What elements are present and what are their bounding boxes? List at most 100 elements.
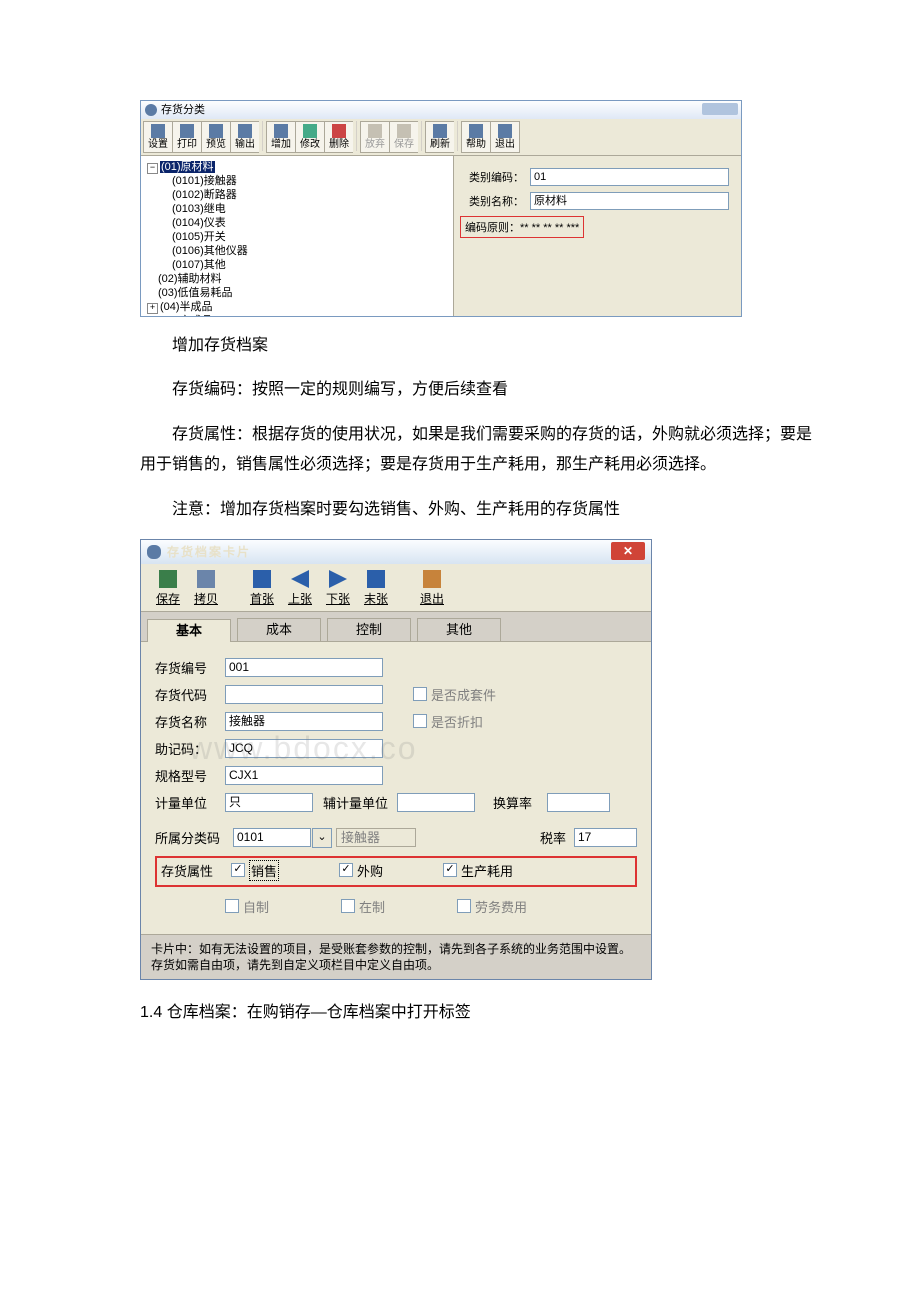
window-title: 存货分类 — [161, 101, 205, 119]
tree-node[interactable]: (04)半成品 — [160, 301, 213, 313]
tb-copy[interactable]: 拷贝 — [187, 570, 225, 607]
attribute-highlight: 存货属性 ✓销售 ✓外购 ✓生产耗用 — [155, 856, 637, 887]
kit-checkbox[interactable]: 是否成套件 — [413, 685, 496, 704]
field-label: 所属分类码 — [155, 828, 229, 847]
tb-save: 保存 — [389, 121, 418, 153]
tab-basic[interactable]: 基本 — [147, 619, 231, 642]
window-title: 存货档案卡片 — [167, 543, 251, 560]
field-label: 存货名称 — [155, 712, 221, 731]
tb-save[interactable]: 保存 — [149, 570, 187, 607]
spec-input[interactable]: CJX1 — [225, 766, 383, 785]
next-icon — [329, 570, 347, 588]
category-detail-pane: 类别编码： 01 类别名称： 原材料 编码原则：** ** ** ** *** — [454, 156, 741, 316]
tb-setup[interactable]: 设置 — [143, 121, 172, 153]
tb-first[interactable]: 首张 — [243, 570, 281, 607]
tb-prev[interactable]: 上张 — [281, 570, 319, 607]
tree-expand-icon[interactable]: + — [147, 303, 158, 314]
tb-edit[interactable]: 修改 — [295, 121, 324, 153]
doc-paragraph: 增加存货档案 — [140, 331, 820, 361]
tb-preview[interactable]: 预览 — [201, 121, 230, 153]
tree-node[interactable]: (05)产成品 — [160, 315, 213, 316]
tree-node[interactable]: (0106)其他仪器 — [172, 245, 248, 257]
sale-checkbox[interactable]: ✓销售 — [231, 860, 279, 881]
encoding-rule-highlight: 编码原则：** ** ** ** *** — [460, 216, 584, 238]
labor-checkbox[interactable]: 劳务费用 — [457, 897, 527, 916]
tb-exit[interactable]: 退出 — [413, 570, 451, 607]
app-icon — [145, 104, 157, 116]
last-icon — [367, 570, 385, 588]
window-sys-buttons[interactable] — [702, 103, 738, 115]
category-code-input[interactable]: 01 — [530, 168, 729, 186]
inventory-code-input[interactable] — [225, 685, 383, 704]
production-use-checkbox[interactable]: ✓生产耗用 — [443, 861, 513, 880]
tb-export[interactable]: 输出 — [230, 121, 259, 153]
field-label: 助记码： — [155, 739, 221, 758]
tree-collapse-icon[interactable]: − — [147, 163, 158, 174]
class-code-input[interactable]: 0101 — [233, 828, 311, 847]
tab-control[interactable]: 控制 — [327, 618, 411, 641]
exit-icon — [423, 570, 441, 588]
doc-paragraph: 存货属性：根据存货的使用状况，如果是我们需要采购的存货的话，外购就必须选择；要是… — [140, 420, 820, 481]
tb-abandon: 放弃 — [360, 121, 389, 153]
field-label: 辅计量单位 — [323, 793, 393, 812]
save-icon — [159, 570, 177, 588]
tb-add[interactable]: 增加 — [266, 121, 295, 153]
field-label: 换算率 — [493, 793, 543, 812]
tree-node[interactable]: (0107)其他 — [172, 259, 226, 271]
tb-delete[interactable]: 删除 — [324, 121, 353, 153]
tb-print[interactable]: 打印 — [172, 121, 201, 153]
form-hint: 卡片中：如有无法设置的项目，是受账套参数的控制，请先到各子系统的业务范围中设置。… — [141, 934, 651, 979]
tree-node[interactable]: (03)低值易耗品 — [158, 287, 233, 299]
tree-node[interactable]: (0103)继电 — [172, 203, 226, 215]
tb-last[interactable]: 末张 — [357, 570, 395, 607]
tree-node[interactable]: (0104)仪表 — [172, 217, 226, 229]
field-label: 类别编码： — [460, 169, 524, 185]
doc-paragraph: 注意：增加存货档案时要勾选销售、外购、生产耗用的存货属性 — [140, 495, 820, 525]
inventory-name-input[interactable]: 接触器 — [225, 712, 383, 731]
category-name-input[interactable]: 原材料 — [530, 192, 729, 210]
tb-help[interactable]: 帮助 — [461, 121, 490, 153]
doc-paragraph: 存货编码：按照一定的规则编写，方便后续查看 — [140, 375, 820, 405]
tree-node[interactable]: (0102)断路器 — [172, 189, 237, 201]
window-titlebar: 存货分类 — [141, 101, 741, 119]
discount-checkbox[interactable]: 是否折扣 — [413, 712, 483, 731]
field-label: 存货属性 — [161, 861, 227, 880]
tab-cost[interactable]: 成本 — [237, 618, 321, 641]
tree-node-selected[interactable]: (01)原材料 — [160, 161, 215, 173]
inventory-card-window: 存货档案卡片 ✕ 保存 拷贝 首张 上张 下张 末张 退出 基本 成本 控制 — [140, 539, 652, 980]
lookup-button[interactable]: ⌄ — [312, 828, 332, 848]
field-label: 类别名称： — [460, 193, 524, 209]
wip-checkbox[interactable]: 在制 — [341, 897, 385, 916]
selfmade-checkbox[interactable]: 自制 — [225, 897, 269, 916]
tb-exit[interactable]: 退出 — [490, 121, 520, 153]
app-icon — [147, 545, 161, 559]
aux-unit-input[interactable] — [397, 793, 475, 812]
field-label: 存货编号 — [155, 658, 221, 677]
category-tree[interactable]: −(01)原材料 (0101)接触器 (0102)断路器 (0103)继电 (0… — [141, 156, 454, 316]
tab-other[interactable]: 其他 — [417, 618, 501, 641]
tax-input[interactable]: 17 — [574, 828, 637, 847]
field-label: 规格型号 — [155, 766, 221, 785]
close-button[interactable]: ✕ — [611, 542, 645, 560]
field-label: 税率 — [526, 828, 566, 847]
win1-toolbar: 设置 打印 预览 输出 增加 修改 删除 放弃 保存 刷新 帮助 退出 — [141, 119, 741, 156]
tb-next[interactable]: 下张 — [319, 570, 357, 607]
form-body: www.bdocx.co 存货编号 001 存货代码 是否成套件 存货名称 接触… — [141, 642, 651, 934]
rate-input[interactable] — [547, 793, 610, 812]
tb-refresh[interactable]: 刷新 — [425, 121, 454, 153]
tree-node[interactable]: (02)辅助材料 — [158, 273, 222, 285]
class-name-display: 接触器 — [336, 828, 416, 847]
copy-icon — [197, 570, 215, 588]
prev-icon — [291, 570, 309, 588]
inventory-category-window: 存货分类 设置 打印 预览 输出 增加 修改 删除 放弃 保存 刷新 帮助 退出 — [140, 100, 742, 317]
window-titlebar: 存货档案卡片 ✕ — [141, 540, 651, 564]
field-label: 存货代码 — [155, 685, 221, 704]
tree-node[interactable]: (0101)接触器 — [172, 175, 237, 187]
inventory-id-input[interactable]: 001 — [225, 658, 383, 677]
first-icon — [253, 570, 271, 588]
doc-paragraph: 1.4 仓库档案：在购销存—仓库档案中打开标签 — [140, 998, 820, 1028]
mnemonic-input[interactable]: JCQ — [225, 739, 383, 758]
unit-input[interactable]: 只 — [225, 793, 313, 812]
tree-node[interactable]: (0105)开关 — [172, 231, 226, 243]
purchase-checkbox[interactable]: ✓外购 — [339, 861, 383, 880]
